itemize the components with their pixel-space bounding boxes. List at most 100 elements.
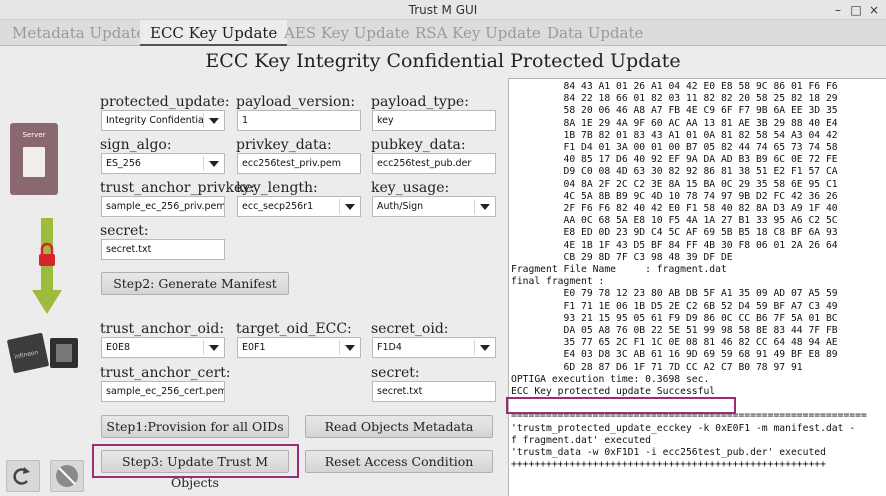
update-objects-button[interactable]: Step3: Update Trust M Objects: [101, 450, 289, 490]
combo-separator: [339, 340, 340, 355]
console-line: ++++++++++++++++++++++++++++++++++++++++…: [511, 459, 826, 471]
combo-separator: [339, 199, 340, 214]
chevron-down-icon: [209, 161, 219, 167]
trust-anchor-cert-input[interactable]: sample_ec_256_cert.pem: [101, 381, 225, 402]
close-button[interactable]: ×: [866, 2, 882, 18]
console-line: 93 21 15 95 05 61 F9 D9 86 0C CC B6 7F 5…: [563, 312, 838, 324]
transfer-arrow-icon: [32, 218, 62, 314]
reset-access-condition-button[interactable]: Reset Access Condition: [305, 450, 493, 473]
console-line: CB 29 8D 7F C3 98 48 39 DF DE: [563, 251, 733, 263]
secret-bottom-label: secret:: [371, 365, 420, 381]
trust-anchor-privkey-input[interactable]: sample_ec_256_priv.pem: [101, 196, 225, 217]
target-oid-ecc-value: E0F1: [242, 342, 266, 353]
success-highlight: [506, 397, 736, 414]
console-line: 84 22 18 66 01 82 03 11 82 82 20 58 25 8…: [563, 93, 838, 105]
console-line: 35 77 65 2C F1 1C 0E 08 81 46 82 CC 64 4…: [563, 337, 838, 349]
console-line: E8 ED 0D 23 9D C4 5C AF 69 5B B5 18 C8 B…: [563, 227, 838, 239]
chevron-down-icon: [209, 118, 219, 124]
reset-chip-button[interactable]: [50, 460, 84, 492]
sign-algo-label: sign_algo:: [100, 137, 172, 153]
tab-aes-key-update[interactable]: AES Key Update: [274, 20, 419, 46]
payload-type-input[interactable]: key: [372, 110, 496, 131]
secret-input[interactable]: secret.txt: [101, 239, 225, 260]
target-oid-ecc-label: target_oid_ECC:: [236, 321, 352, 337]
console-line: 6D 28 87 D6 1F 71 7D CC A2 C7 B0 78 97 9…: [563, 361, 803, 373]
console-line: OPTIGA execution time: 0.3698 sec.: [511, 373, 710, 385]
combo-separator: [203, 340, 204, 355]
tab-ecc-key-update[interactable]: ECC Key Update: [140, 20, 288, 46]
refresh-button[interactable]: [6, 460, 40, 492]
trust-anchor-oid-label: trust_anchor_oid:: [100, 321, 225, 337]
target-oid-ecc-select[interactable]: E0F1: [237, 337, 361, 358]
tab-metadata-update[interactable]: Metadata Update: [2, 20, 155, 46]
console-line: 40 85 17 D6 40 92 EF 9A DA AD B3 B9 6C 0…: [563, 154, 838, 166]
trust-anchor-oid-select[interactable]: E0E8: [101, 337, 225, 358]
key-length-value: ecc_secp256r1: [242, 201, 314, 212]
read-metadata-button[interactable]: Read Objects Metadata: [305, 415, 493, 438]
console-output[interactable]: 84 43 A1 01 26 A1 04 42 E0 E8 58 9C 86 0…: [508, 78, 886, 496]
generate-manifest-button[interactable]: Step2: Generate Manifest: [101, 272, 289, 295]
tab-data-update[interactable]: Data Update: [537, 20, 653, 46]
chip-icon: infineon: [7, 333, 78, 373]
privkey-data-input[interactable]: ecc256test_priv.pem: [237, 153, 361, 174]
combo-separator: [474, 340, 475, 355]
key-length-label: key_length:: [236, 180, 318, 196]
secret-oid-select[interactable]: F1D4: [372, 337, 496, 358]
trust-anchor-oid-value: E0E8: [106, 342, 131, 353]
console-line: F1 71 1E 06 1B D5 2E C2 6B 52 D4 59 BF A…: [563, 300, 838, 312]
console-line: 1B 7B 82 01 83 43 A1 01 0A 81 82 58 54 A…: [563, 129, 838, 141]
console-line: 4C 5A 8B B9 9C 4D 10 78 74 97 9B D2 FC 4…: [563, 190, 838, 202]
secret-oid-value: F1D4: [377, 342, 402, 353]
console-line: DA 05 A8 76 0B 22 5E 51 99 98 58 8E 83 4…: [563, 325, 838, 337]
console-line: E0 79 78 12 23 80 AB DB 5F A1 35 09 AD 0…: [563, 288, 838, 300]
secret-label: secret:: [100, 223, 149, 239]
combo-separator: [203, 156, 204, 171]
window-title: Trust M GUI: [408, 3, 478, 17]
key-length-select[interactable]: ecc_secp256r1: [237, 196, 361, 217]
console-line: 4E 1B 1F 43 D5 BF 84 FF 4B 30 F8 06 01 2…: [563, 239, 838, 251]
sign-algo-select[interactable]: ES_256: [101, 153, 225, 174]
trust-anchor-privkey-label: trust_anchor_privkey:: [100, 180, 255, 196]
console-line: Fragment File Name : fragment.dat: [511, 264, 727, 276]
console-line: 'trustm_protected_update_ecckey -k 0xE0F…: [511, 422, 856, 434]
payload-version-label: payload_version:: [236, 94, 356, 110]
payload-version-input[interactable]: 1: [237, 110, 361, 131]
server-rack-icon: [23, 147, 45, 177]
protected-update-select[interactable]: Integrity Confidentia: [101, 110, 225, 131]
tab-bar: Metadata Update ECC Key Update AES Key U…: [0, 20, 886, 46]
console-line: ECC Key protected update Successful: [511, 386, 716, 398]
console-line: D9 C0 08 4D 63 30 82 92 86 81 38 51 E2 F…: [563, 166, 838, 178]
server-icon: Server: [10, 123, 58, 195]
combo-separator: [474, 199, 475, 214]
minimize-button[interactable]: –: [830, 2, 846, 18]
sign-algo-value: ES_256: [106, 158, 141, 169]
payload-type-label: payload_type:: [371, 94, 469, 110]
secret-bottom-input[interactable]: secret.txt: [372, 381, 496, 402]
combo-separator: [203, 113, 204, 128]
window-titlebar: Trust M GUI – □ ×: [0, 0, 886, 20]
trust-anchor-cert-label: trust_anchor_cert:: [100, 365, 231, 381]
privkey-data-label: privkey_data:: [236, 137, 332, 153]
maximize-button[interactable]: □: [848, 2, 864, 18]
console-line: 04 8A 2F 2C C2 3E 8A 15 BA 0C 29 35 58 6…: [563, 178, 838, 190]
chevron-down-icon: [480, 204, 490, 210]
key-usage-label: key_usage:: [371, 180, 450, 196]
console-line: final fragment :: [511, 276, 605, 288]
pubkey-data-label: pubkey_data:: [371, 137, 466, 153]
provision-button[interactable]: Step1:Provision for all OIDs: [101, 415, 289, 438]
refresh-icon: [13, 467, 30, 485]
chevron-down-icon: [345, 204, 355, 210]
key-usage-value: Auth/Sign: [377, 201, 424, 212]
protected-update-value: Integrity Confidentia: [106, 115, 204, 126]
pubkey-data-input[interactable]: ecc256test_pub.der: [372, 153, 496, 174]
console-line: 'trustm_data -w 0xF1D1 -i ecc256test_pub…: [511, 447, 826, 459]
console-line: f fragment.dat' executed: [511, 434, 651, 446]
tab-rsa-key-update[interactable]: RSA Key Update: [405, 20, 551, 46]
page-title: ECC Key Integrity Confidential Protected…: [205, 50, 681, 72]
chip-disabled-icon: [56, 465, 78, 487]
server-label: Server: [22, 131, 46, 139]
console-line: F1 D4 01 3A 00 01 00 B7 05 82 44 74 65 7…: [563, 142, 838, 154]
console-line: 84 43 A1 01 26 A1 04 42 E0 E8 58 9C 86 0…: [563, 81, 838, 92]
chevron-down-icon: [209, 345, 219, 351]
key-usage-select[interactable]: Auth/Sign: [372, 196, 496, 217]
